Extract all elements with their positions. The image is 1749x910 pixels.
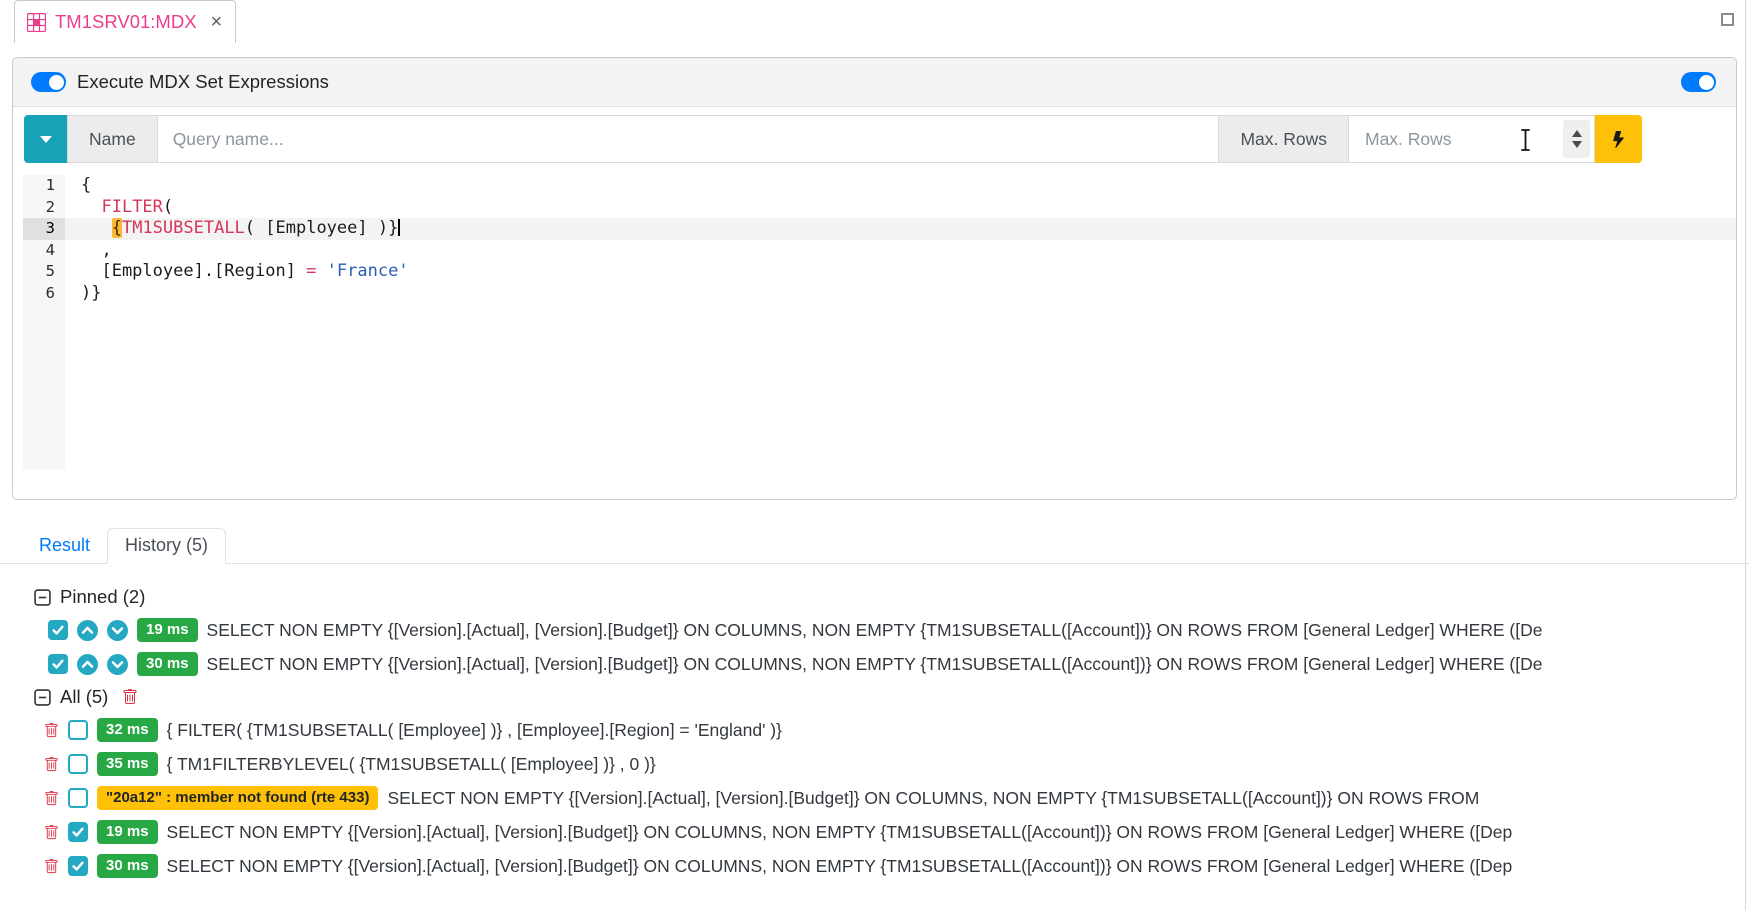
editor-caret xyxy=(398,219,401,236)
duration-badge: 30 ms xyxy=(137,652,198,676)
delete-icon[interactable] xyxy=(44,824,59,841)
editor-line[interactable]: 3 {TM1SUBSETALL( [Employee] )} xyxy=(23,218,1736,240)
move-down-icon[interactable] xyxy=(107,619,128,641)
checkbox-checked-icon[interactable] xyxy=(48,620,68,640)
query-text: { TM1FILTERBYLEVEL( {TM1SUBSETALL( [Empl… xyxy=(166,753,656,774)
mdx-panel: Execute MDX Set Expressions Name Max. Ro… xyxy=(12,57,1737,500)
history-item[interactable]: 32 ms { FILTER( {TM1SUBSETALL( [Employee]… xyxy=(34,718,1749,742)
editor-lines: 1{2 FILTER(3 {TM1SUBSETALL( [Employee] )… xyxy=(23,175,1736,470)
history-panel: Pinned (2) 19 ms SELECT NON EMPTY {[Versi… xyxy=(0,564,1749,878)
spinner-up-icon[interactable] xyxy=(1571,130,1582,137)
editor-line[interactable]: 4 , xyxy=(23,239,1736,261)
history-item[interactable]: 30 ms SELECT NON EMPTY {[Version].[Actual… xyxy=(34,854,1749,878)
editor-line[interactable]: 2 FILTER( xyxy=(23,196,1736,218)
execute-toggle-left[interactable] xyxy=(31,72,66,92)
line-code: FILTER( xyxy=(101,196,174,217)
move-up-icon[interactable] xyxy=(77,619,98,641)
editor-line[interactable]: 1{ xyxy=(23,175,1736,197)
editor-line[interactable]: 5 [Employee].[Region] = 'France' xyxy=(23,261,1736,283)
query-text: { FILTER( {TM1SUBSETALL( [Employee] )} ,… xyxy=(166,719,782,740)
query-dropdown-button[interactable] xyxy=(24,115,68,163)
tab-title: TM1SRV01:MDX xyxy=(55,11,197,32)
tab-history[interactable]: History (5) xyxy=(107,528,227,564)
query-text: SELECT NON EMPTY {[Version].[Actual], [V… xyxy=(206,653,1543,674)
delete-icon[interactable] xyxy=(44,790,59,807)
pinned-label: Pinned (2) xyxy=(60,586,146,607)
duration-badge: 30 ms xyxy=(97,854,158,878)
line-number: 1 xyxy=(23,175,65,197)
query-text: SELECT NON EMPTY {[Version].[Actual], [V… xyxy=(166,821,1513,842)
all-items: 32 ms { FILTER( {TM1SUBSETALL( [Employee]… xyxy=(34,718,1749,878)
history-item[interactable]: "20a12" : member not found (rte 433) SELE… xyxy=(34,786,1749,810)
checkbox-unchecked-icon[interactable] xyxy=(68,788,88,808)
checkbox-checked-icon[interactable] xyxy=(48,654,68,674)
max-rows-input[interactable] xyxy=(1348,115,1595,163)
line-code: [Employee].[Region] = 'France' xyxy=(81,261,409,281)
all-header: All (5) xyxy=(34,686,1749,708)
all-label: All (5) xyxy=(60,686,109,707)
result-history-tabs: Result History (5) xyxy=(0,527,1749,564)
number-spinner[interactable] xyxy=(1563,120,1590,158)
table-icon xyxy=(27,12,46,32)
collapse-icon[interactable] xyxy=(34,688,51,706)
delete-all-icon[interactable] xyxy=(122,688,138,706)
history-item[interactable]: 19 ms SELECT NON EMPTY {[Version].[Actual… xyxy=(34,820,1749,844)
collapse-icon[interactable] xyxy=(34,588,51,606)
query-text: SELECT NON EMPTY {[Version].[Actual], [V… xyxy=(206,619,1543,640)
delete-icon[interactable] xyxy=(44,756,59,773)
move-down-icon[interactable] xyxy=(107,653,128,675)
checkbox-checked-icon[interactable] xyxy=(68,856,88,876)
delete-icon[interactable] xyxy=(44,722,59,739)
checkbox-unchecked-icon[interactable] xyxy=(68,754,88,774)
line-number: 5 xyxy=(23,261,65,283)
max-rows-label: Max. Rows xyxy=(1218,115,1349,163)
line-number: 4 xyxy=(23,239,65,261)
checkbox-checked-icon[interactable] xyxy=(68,822,88,842)
pinned-header: Pinned (2) xyxy=(34,586,1749,608)
line-code: , xyxy=(81,239,112,260)
maximize-icon[interactable] xyxy=(1721,13,1734,26)
duration-badge: 32 ms xyxy=(97,718,158,742)
ibeam-cursor-icon xyxy=(1519,128,1532,157)
name-label: Name xyxy=(67,115,158,163)
duration-badge: 19 ms xyxy=(97,820,158,844)
caret-down-icon xyxy=(40,135,52,143)
move-up-icon[interactable] xyxy=(77,653,98,675)
pinned-items: 19 ms SELECT NON EMPTY {[Version].[Actual… xyxy=(34,618,1749,676)
duration-badge: 19 ms xyxy=(137,618,198,642)
line-code: { xyxy=(81,175,92,195)
tab-close-icon[interactable]: × xyxy=(211,12,223,32)
line-number: 6 xyxy=(23,282,65,304)
line-number: 3 xyxy=(23,218,65,240)
history-item[interactable]: 19 ms SELECT NON EMPTY {[Version].[Actual… xyxy=(34,618,1749,642)
editor-line[interactable]: 6)} xyxy=(23,282,1736,304)
history-item[interactable]: 30 ms SELECT NON EMPTY {[Version].[Actual… xyxy=(34,652,1749,676)
history-item[interactable]: 35 ms { TM1FILTERBYLEVEL( {TM1SUBSETALL( … xyxy=(34,752,1749,776)
query-toolbar: Name Max. Rows xyxy=(24,115,1642,163)
editor-gutter-filler xyxy=(23,304,65,470)
panel-title: Execute MDX Set Expressions xyxy=(77,71,329,92)
query-text: SELECT NON EMPTY {[Version].[Actual], [V… xyxy=(387,787,1480,808)
line-code: )} xyxy=(81,282,102,303)
panel-header: Execute MDX Set Expressions xyxy=(13,58,1736,107)
checkbox-unchecked-icon[interactable] xyxy=(68,720,88,740)
app-window: { "tab": { "title": "TM1SRV01:MDX", "clo… xyxy=(0,0,1749,910)
line-number: 2 xyxy=(23,196,65,218)
max-rows-field xyxy=(1348,115,1595,163)
tab-result[interactable]: Result xyxy=(22,529,107,563)
error-badge: "20a12" : member not found (rte 433) xyxy=(97,786,379,810)
delete-icon[interactable] xyxy=(44,858,59,875)
execute-toggle-right[interactable] xyxy=(1681,72,1716,92)
line-code: {TM1SUBSETALL( [Employee] )} xyxy=(65,218,1736,240)
query-text: SELECT NON EMPTY {[Version].[Actual], [V… xyxy=(166,855,1513,876)
execute-button[interactable] xyxy=(1594,115,1642,163)
document-tab[interactable]: TM1SRV01:MDX × xyxy=(14,0,237,43)
tabstrip: TM1SRV01:MDX × xyxy=(0,0,1749,43)
lightning-icon xyxy=(1610,130,1627,149)
duration-badge: 35 ms xyxy=(97,752,158,776)
spinner-down-icon[interactable] xyxy=(1571,141,1582,148)
mdx-editor[interactable]: 1{2 FILTER(3 {TM1SUBSETALL( [Employee] )… xyxy=(23,175,1736,470)
query-name-input[interactable] xyxy=(156,115,1220,163)
